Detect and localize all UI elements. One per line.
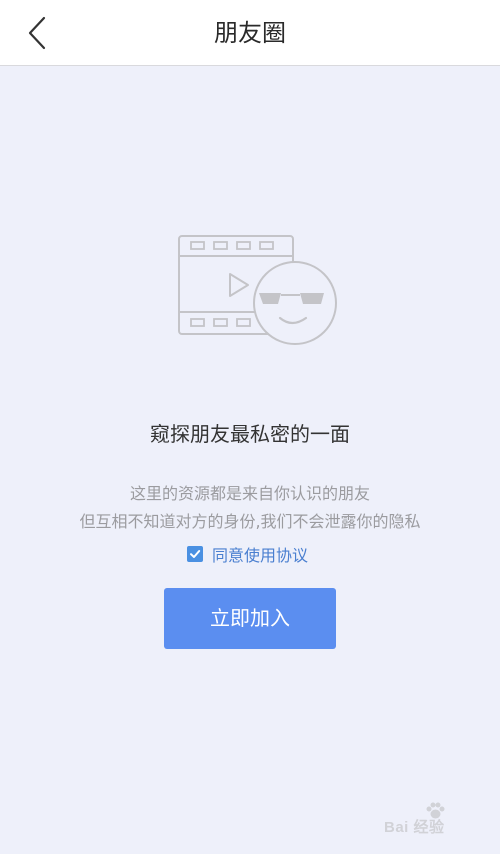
join-now-button[interactable]: 立即加入 (164, 588, 336, 649)
video-face-illustration (175, 232, 340, 348)
paw-icon (426, 802, 445, 819)
chevron-left-icon (28, 16, 46, 50)
video-film-sunglasses-face-icon (178, 235, 337, 345)
agreement-checkbox[interactable] (187, 546, 203, 562)
agreement-toggle[interactable]: 同意使用协议 (187, 543, 308, 565)
top-nav-bar: 朋友圈 (0, 0, 500, 66)
checkmark-icon (190, 550, 201, 558)
agreement-label[interactable]: 同意使用协议 (212, 542, 308, 566)
description-line-2: 但互相不知道对方的身份,我们不会泄露你的隐私 (79, 512, 421, 531)
baidu-jingyan-watermark: Bai 经验 (380, 802, 492, 842)
back-button[interactable] (18, 12, 58, 54)
description-line-1: 这里的资源都是来自你认识的朋友 (129, 484, 370, 503)
headline: 窥探朋友最私密的一面 (150, 422, 350, 446)
page-title: 朋友圈 (214, 19, 286, 47)
